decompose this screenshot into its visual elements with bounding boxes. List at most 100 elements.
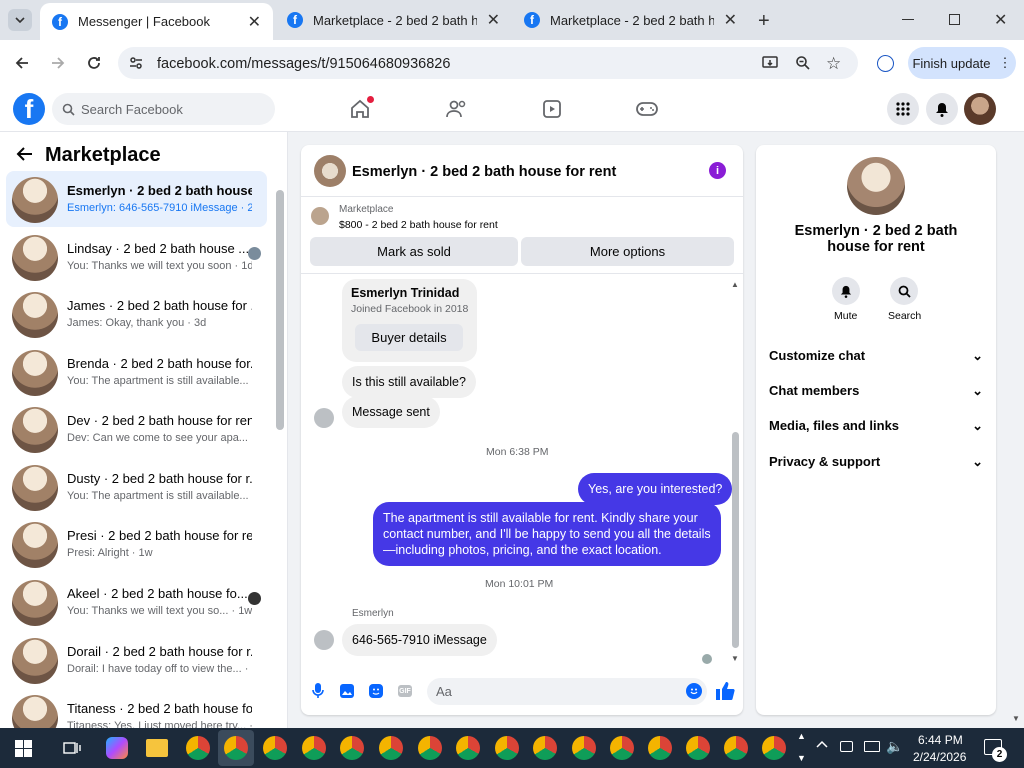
search-facebook-input[interactable]: Search Facebook xyxy=(52,93,275,125)
buyer-details-button[interactable]: Buyer details xyxy=(355,324,463,351)
profile-icon[interactable] xyxy=(877,55,894,72)
chrome-taskbar-icon[interactable] xyxy=(495,736,519,760)
sidebar-scrollbar[interactable] xyxy=(276,190,284,430)
chrome-taskbar-icon[interactable] xyxy=(340,736,364,760)
task-view-icon[interactable] xyxy=(63,740,81,756)
new-tab-button[interactable]: + xyxy=(758,10,770,33)
photo-icon[interactable] xyxy=(340,684,354,698)
customize-chat-row[interactable]: Customize chat ⌄ xyxy=(769,348,983,364)
file-explorer-icon[interactable] xyxy=(146,739,168,757)
camera-tray-icon[interactable] xyxy=(840,741,853,752)
notifications-button[interactable] xyxy=(926,93,958,125)
conversation-item[interactable]: Dorail · 2 bed 2 bath house for r... Dora… xyxy=(6,632,267,688)
close-icon[interactable]: ✕ xyxy=(724,10,737,30)
nav-friends-icon[interactable] xyxy=(446,99,468,119)
tab-marketplace-1[interactable]: f Marketplace - 2 bed 2 bath hou ✕ xyxy=(275,0,512,40)
timestamp: Mon 6:38 PM xyxy=(486,446,549,458)
chat-members-row[interactable]: Chat members ⌄ xyxy=(769,383,983,399)
taskbar-scroll-up-icon[interactable]: ▲ xyxy=(797,731,806,741)
menu-grid-button[interactable] xyxy=(887,93,919,125)
conversation-item[interactable]: Dusty · 2 bed 2 bath house for r... You: … xyxy=(6,459,267,515)
chrome-taskbar-icon[interactable] xyxy=(418,736,442,760)
mute-button[interactable] xyxy=(832,277,860,305)
forward-arrow-icon[interactable] xyxy=(50,55,66,71)
conversation-item[interactable]: Dev · 2 bed 2 bath house for rent Dev: Ca… xyxy=(6,401,267,457)
scroll-up-icon[interactable]: ▲ xyxy=(731,280,739,289)
facebook-logo-icon[interactable]: f xyxy=(13,93,45,125)
conversation-item[interactable]: Presi · 2 bed 2 bath house for re... Pres… xyxy=(6,516,267,572)
zoom-icon[interactable] xyxy=(795,55,811,71)
chrome-taskbar-icon[interactable] xyxy=(263,736,287,760)
chrome-taskbar-icon[interactable] xyxy=(456,736,480,760)
info-icon[interactable]: i xyxy=(709,162,726,179)
divider xyxy=(301,196,743,197)
windows-start-icon[interactable] xyxy=(15,740,32,757)
volume-icon[interactable]: 🔈 xyxy=(886,738,903,755)
nav-video-icon[interactable] xyxy=(542,99,562,119)
emoji-icon[interactable] xyxy=(686,683,702,699)
tray-overflow-icon[interactable] xyxy=(816,740,828,748)
avatar[interactable] xyxy=(847,157,905,215)
chrome-taskbar-icon[interactable] xyxy=(724,736,748,760)
network-icon[interactable] xyxy=(864,741,880,752)
site-settings-icon[interactable] xyxy=(128,55,144,71)
conversation-item[interactable]: Titaness · 2 bed 2 bath house fo... Titan… xyxy=(6,689,267,728)
listing-thumbnail[interactable] xyxy=(311,207,329,225)
restore-window-button[interactable] xyxy=(949,14,960,25)
sticker-icon[interactable] xyxy=(369,684,383,698)
tab-messenger[interactable]: f Messenger | Facebook ✕ xyxy=(40,3,273,40)
listing-detail[interactable]: $800 - 2 bed 2 bath house for rent xyxy=(339,219,498,231)
chrome-taskbar-icon[interactable] xyxy=(379,736,403,760)
page-scroll-down-icon[interactable]: ▼ xyxy=(1012,714,1020,723)
scroll-down-icon[interactable]: ▼ xyxy=(731,654,739,663)
mic-icon[interactable] xyxy=(312,683,324,699)
close-icon[interactable]: ✕ xyxy=(487,10,500,30)
message-input[interactable]: Aa xyxy=(427,678,707,705)
avatar[interactable] xyxy=(314,155,346,187)
reload-icon[interactable] xyxy=(86,55,102,71)
close-icon[interactable]: ✕ xyxy=(248,12,261,32)
chrome-taskbar-icon[interactable] xyxy=(218,730,254,766)
conversation-item[interactable]: James · 2 bed 2 bath house for ... James:… xyxy=(6,286,267,342)
more-options-button[interactable]: More options xyxy=(521,237,734,266)
minimize-window-button[interactable] xyxy=(902,19,914,20)
conversation-item[interactable]: Lindsay · 2 bed 2 bath house ... You: Tha… xyxy=(6,229,267,285)
clock-date[interactable]: 2/24/2026 xyxy=(913,750,966,764)
conversation-item[interactable]: Akeel · 2 bed 2 bath house fo... You: Tha… xyxy=(6,574,267,630)
clock-time[interactable]: 6:44 PM xyxy=(918,733,963,747)
avatar xyxy=(12,350,58,396)
nav-home-icon[interactable] xyxy=(350,96,374,119)
chrome-taskbar-icon[interactable] xyxy=(186,736,210,760)
mark-as-sold-button[interactable]: Mark as sold xyxy=(310,237,518,266)
chrome-taskbar-icon[interactable] xyxy=(572,736,596,760)
close-window-button[interactable]: ✕ xyxy=(994,10,1007,30)
conversation-item[interactable]: Brenda · 2 bed 2 bath house for... You: T… xyxy=(6,344,267,400)
nav-gaming-icon[interactable] xyxy=(636,100,658,118)
chrome-taskbar-icon[interactable] xyxy=(302,736,326,760)
media-files-links-row[interactable]: Media, files and links ⌄ xyxy=(769,418,983,434)
back-arrow-icon[interactable] xyxy=(15,146,33,162)
chrome-taskbar-icon[interactable] xyxy=(533,736,557,760)
chrome-taskbar-icon[interactable] xyxy=(648,736,672,760)
taskbar-scroll-down-icon[interactable]: ▼ xyxy=(797,753,806,763)
conversation-item[interactable]: Esmerlyn · 2 bed 2 bath house f... Esmerl… xyxy=(6,171,267,227)
tab-search-button[interactable] xyxy=(8,9,32,31)
chrome-taskbar-icon[interactable] xyxy=(762,736,786,760)
tab-title: Marketplace - 2 bed 2 bath hou xyxy=(550,12,714,28)
copilot-icon[interactable] xyxy=(106,737,128,759)
account-avatar[interactable] xyxy=(964,93,996,125)
chrome-taskbar-icon[interactable] xyxy=(686,736,710,760)
bookmark-star-icon[interactable]: ☆ xyxy=(826,54,841,74)
tab-marketplace-2[interactable]: f Marketplace - 2 bed 2 bath hou ✕ xyxy=(512,0,749,40)
install-app-icon[interactable] xyxy=(762,55,778,71)
search-conversation-button[interactable] xyxy=(890,277,918,305)
back-arrow-icon[interactable] xyxy=(14,55,30,71)
finish-update-button[interactable]: Finish update ⋮ xyxy=(908,47,1016,79)
gif-icon[interactable]: GIF xyxy=(398,685,412,697)
chrome-taskbar-icon[interactable] xyxy=(610,736,634,760)
like-thumb-icon[interactable] xyxy=(716,682,735,700)
chat-title[interactable]: Esmerlyn · 2 bed 2 bath house for rent xyxy=(352,164,616,180)
privacy-support-row[interactable]: Privacy & support ⌄ xyxy=(769,454,983,470)
url-text[interactable]: facebook.com/messages/t/915064680936826 xyxy=(157,56,450,72)
chat-scrollbar[interactable] xyxy=(732,432,739,648)
